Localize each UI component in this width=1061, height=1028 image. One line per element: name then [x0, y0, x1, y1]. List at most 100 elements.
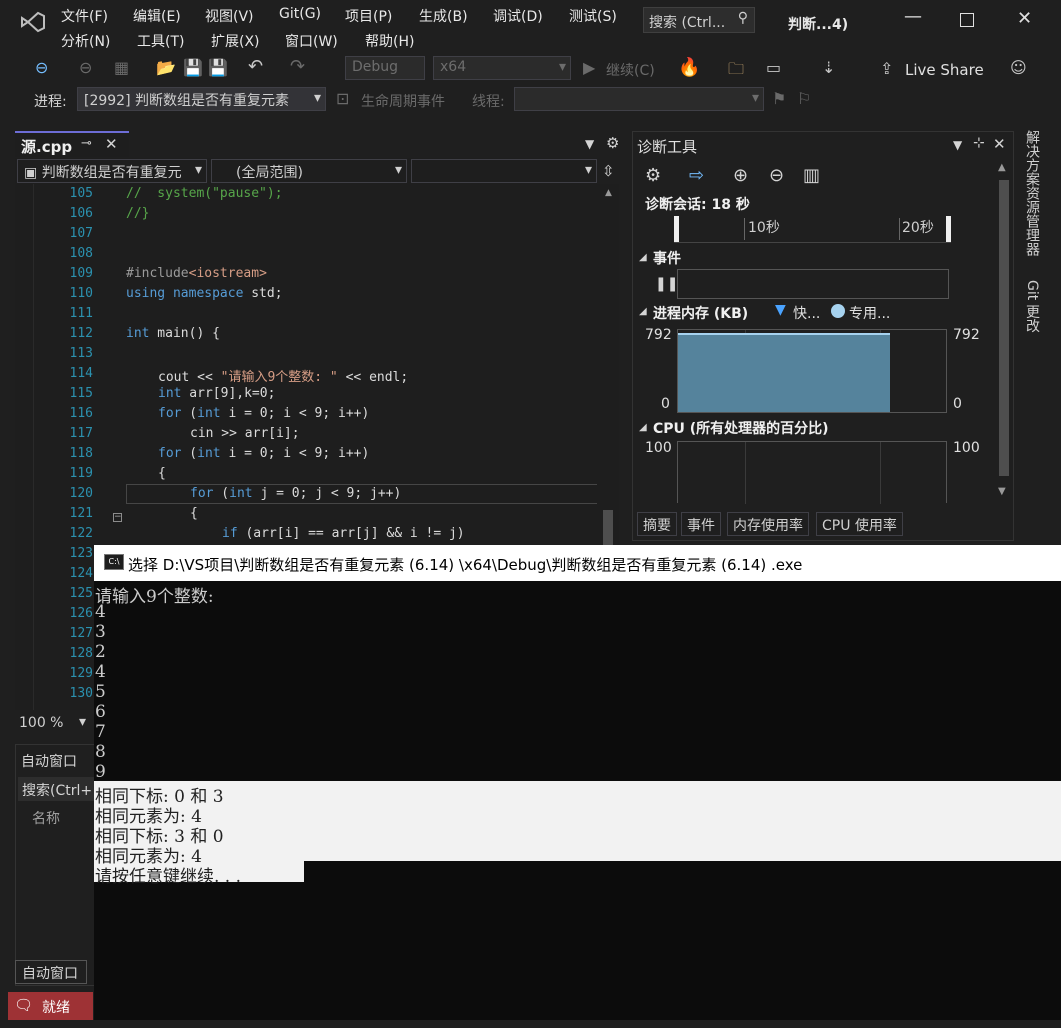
tab-memory-usage[interactable]: 内存使用率: [727, 512, 809, 536]
hot-reload-icon[interactable]: 🔥: [678, 57, 700, 78]
memory-collapse-icon[interactable]: ◢: [639, 306, 647, 317]
menu-analyze[interactable]: 分析(N): [61, 31, 110, 51]
search-box[interactable]: 搜索 (Ctrl... ⚲: [643, 7, 755, 33]
pin-icon[interactable]: ⊸: [81, 136, 92, 151]
code-line: {: [158, 466, 166, 481]
thread-select[interactable]: ▾: [514, 87, 764, 111]
live-share-icon[interactable]: ⇪: [880, 59, 893, 78]
code-line: cout << "请输入9个整数: " << endl;: [158, 370, 409, 385]
solution-folder-icon[interactable]: 🗀: [728, 58, 744, 85]
console-window[interactable]: C:\ 选择 D:\VS项目\判断数组是否有重复元素 (6.14) \x64\D…: [94, 545, 1061, 1020]
console-line: 5: [95, 682, 106, 702]
menu-test[interactable]: 测试(S): [569, 6, 617, 26]
menu-window[interactable]: 窗口(W): [285, 31, 338, 51]
save-all-icon[interactable]: 💾: [208, 58, 228, 77]
minimize-icon[interactable]: —: [904, 6, 922, 27]
reset-view-icon[interactable]: ▥: [803, 165, 820, 186]
legend-private-icon: [831, 304, 845, 318]
code-line: for (int i = 0; i < 9; i++): [158, 406, 370, 421]
flag-threads-icon[interactable]: ⚐: [797, 89, 811, 108]
new-project-icon[interactable]: ▦: [114, 58, 129, 77]
settings-icon[interactable]: ⚙: [645, 165, 661, 186]
collapse-icon[interactable]: −: [113, 513, 122, 522]
zoom-in-icon[interactable]: ⊕: [733, 165, 748, 186]
panel-close-icon[interactable]: ✕: [993, 135, 1006, 153]
status-ready: 就绪: [42, 1000, 70, 1016]
legend-private: 专用...: [849, 306, 891, 322]
events-collapse-icon[interactable]: ◢: [639, 252, 647, 263]
close-icon[interactable]: ✕: [1017, 8, 1032, 29]
lifecycle-events-button[interactable]: 生命周期事件: [361, 91, 445, 111]
git-changes-tab[interactable]: Git 更改: [1022, 280, 1042, 333]
step-over-icon[interactable]: ⇣: [822, 58, 835, 77]
feedback-icon[interactable]: ☺: [1010, 58, 1027, 77]
process-select[interactable]: [2992] 判断数组是否有重复元素 ▾: [77, 87, 326, 111]
zoom-select[interactable]: 100 % ▾: [15, 712, 91, 736]
export-icon[interactable]: ⇨: [689, 165, 704, 186]
console-line: 3: [95, 622, 106, 642]
menu-view[interactable]: 视图(V): [205, 6, 254, 26]
menu-debug[interactable]: 调试(D): [493, 6, 543, 26]
continue-button[interactable]: 继续(C): [606, 60, 655, 80]
menu-file[interactable]: 文件(F): [61, 6, 108, 26]
menu-project[interactable]: 项目(P): [345, 6, 392, 26]
code-line: for (int i = 0; i < 9; i++): [158, 446, 370, 461]
cpu-collapse-icon[interactable]: ◢: [639, 422, 647, 433]
column-header-name[interactable]: 名称: [32, 808, 60, 828]
menu-help[interactable]: 帮助(H): [365, 31, 414, 51]
undo-icon[interactable]: ↶: [248, 56, 263, 77]
editor-settings-icon[interactable]: ⚙: [606, 134, 619, 152]
tab-cpu-usage[interactable]: CPU 使用率: [816, 512, 903, 536]
menu-tools[interactable]: 工具(T): [137, 31, 184, 51]
console-line: 6: [95, 702, 106, 722]
configuration-select[interactable]: Debug: [345, 56, 425, 80]
scroll-up-icon[interactable]: ▲: [605, 188, 612, 198]
auto-window-title: 自动窗口: [21, 754, 77, 770]
redo-icon[interactable]: ↷: [290, 56, 305, 77]
save-icon[interactable]: 💾: [183, 58, 203, 77]
code-line: //}: [126, 206, 150, 221]
console-title-bar[interactable]: C:\ 选择 D:\VS项目\判断数组是否有重复元素 (6.14) \x64\D…: [94, 545, 1061, 581]
platform-select[interactable]: x64 ▾: [433, 56, 571, 80]
debug-location-bar: 进程: [2992] 判断数组是否有重复元素 ▾ ⊡ 生命周期事件 线程: ▾ ⚑…: [0, 86, 1061, 114]
open-folder-icon[interactable]: 📂: [156, 58, 176, 77]
tab-events[interactable]: 事件: [681, 512, 721, 536]
scroll-thumb[interactable]: [999, 180, 1009, 476]
scroll-down-icon[interactable]: ▼: [998, 486, 1006, 497]
events-pause-icon[interactable]: ❚❚: [655, 276, 678, 292]
live-share-button[interactable]: Live Share: [905, 61, 984, 79]
editor-tab[interactable]: 源.cpp ⊸ ✕: [15, 131, 129, 157]
project-scope-select[interactable]: ▣ 判断数组是否有重复元 ▾: [17, 159, 207, 183]
auto-window-search[interactable]: 搜索(Ctrl+: [18, 777, 94, 801]
diagnostics-scrollbar[interactable]: ▲ ▼: [995, 160, 1013, 500]
menu-git[interactable]: Git(G): [279, 6, 321, 22]
solution-explorer-tab[interactable]: 解决方案资源管理器: [1022, 130, 1042, 256]
panel-pin-icon[interactable]: ⊹: [973, 135, 985, 151]
zoom-out-icon[interactable]: ⊖: [769, 165, 784, 186]
flag-icon[interactable]: ⚑: [772, 89, 786, 108]
auto-window-bottom-tab[interactable]: 自动窗口: [15, 960, 87, 984]
code-line: cin >> arr[i];: [190, 426, 300, 441]
tab-summary[interactable]: 摘要: [637, 512, 677, 536]
tab-overflow-icon[interactable]: ▼: [585, 137, 594, 151]
timeline-ruler[interactable]: 10秒 20秒: [674, 216, 951, 243]
navigate-back-icon[interactable]: ⊖: [35, 58, 48, 77]
continue-icon[interactable]: ▶: [583, 58, 595, 77]
panel-menu-icon[interactable]: ▼: [953, 138, 962, 152]
member-scope-select[interactable]: ▾: [411, 159, 597, 183]
code-line: using namespace std;: [126, 286, 283, 301]
maximize-icon[interactable]: [960, 13, 974, 27]
memory-graph[interactable]: [677, 329, 947, 413]
feedback-status-icon[interactable]: 🗨: [14, 996, 33, 1014]
menu-extensions[interactable]: 扩展(X): [211, 31, 260, 51]
window-layout-icon[interactable]: ▭: [766, 58, 781, 77]
scroll-up-icon[interactable]: ▲: [998, 162, 1006, 173]
menu-build[interactable]: 生成(B): [419, 6, 468, 26]
navigate-forward-icon[interactable]: ⊖: [79, 58, 92, 77]
menu-edit[interactable]: 编辑(E): [133, 6, 181, 26]
diagnostics-panel: 诊断工具 ▼ ⊹ ✕ ⚙ ⇨ ⊕ ⊖ ▥ 诊断会话: 18 秒 10秒 20秒 …: [632, 131, 1014, 541]
global-scope-select[interactable]: (全局范围) ▾: [211, 159, 407, 183]
cpu-graph[interactable]: [677, 441, 947, 504]
split-editor-icon[interactable]: ⇳: [602, 162, 615, 180]
tab-close-icon[interactable]: ✕: [105, 135, 118, 153]
